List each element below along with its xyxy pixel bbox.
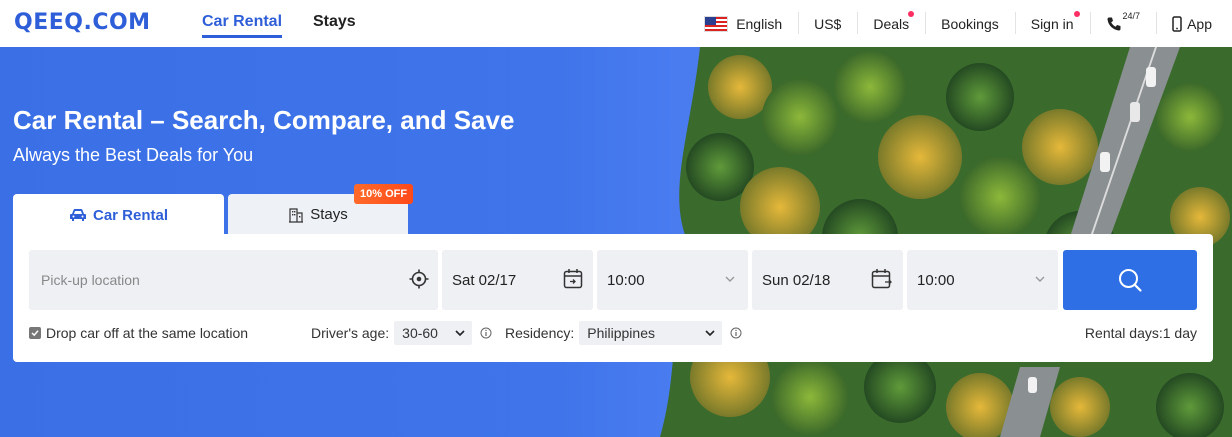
dropoff-date-value: Sun 02/18 bbox=[762, 271, 831, 289]
hotel-icon bbox=[288, 207, 304, 223]
pickup-location-placeholder: Pick-up location bbox=[41, 272, 140, 288]
drivers-age-option: Driver's age: 30-60 bbox=[311, 321, 492, 345]
drivers-age-value: 30-60 bbox=[402, 325, 438, 341]
car-icon bbox=[69, 208, 87, 222]
info-icon[interactable] bbox=[730, 327, 742, 339]
discount-badge: 10% OFF bbox=[354, 184, 414, 204]
residency-option: Residency: Philippines bbox=[505, 321, 742, 345]
hero-title: Car Rental – Search, Compare, and Save bbox=[13, 105, 515, 135]
language-label: English bbox=[736, 15, 783, 32]
app-label: App bbox=[1187, 15, 1212, 32]
residency-label: Residency: bbox=[505, 325, 575, 341]
phone-icon bbox=[1106, 16, 1122, 32]
nav-tab-car-rental[interactable]: Car Rental bbox=[202, 13, 283, 38]
deals-label: Deals bbox=[873, 15, 910, 32]
residency-value: Philippines bbox=[587, 325, 655, 341]
dropoff-date-input[interactable]: Sun 02/18 bbox=[752, 250, 903, 310]
pickup-date-input[interactable]: Sat 02/17 bbox=[442, 250, 593, 310]
sign-in-label: Sign in bbox=[1030, 15, 1074, 32]
currency-selector[interactable]: US$ bbox=[798, 0, 857, 47]
logo[interactable]: QEEQ.COM bbox=[14, 10, 151, 35]
search-tab-car-rental[interactable]: Car Rental bbox=[13, 194, 224, 236]
app-link[interactable]: App bbox=[1156, 0, 1232, 47]
calendar-icon bbox=[563, 268, 583, 294]
chevron-down-icon bbox=[1034, 272, 1046, 289]
drivers-age-select[interactable]: 30-60 bbox=[394, 321, 473, 345]
support-hours-label: 24/7 bbox=[1122, 10, 1141, 21]
chevron-down-icon bbox=[705, 330, 715, 337]
right-navigation: English US$ Deals Bookings Sign in 24/7 … bbox=[684, 0, 1232, 47]
locate-icon[interactable] bbox=[408, 268, 430, 294]
pickup-time-value: 10:00 bbox=[607, 271, 645, 289]
same-location-checkbox[interactable] bbox=[29, 327, 41, 339]
chevron-down-icon bbox=[455, 330, 465, 337]
hero-subtitle: Always the Best Deals for You bbox=[13, 145, 254, 165]
deals-link[interactable]: Deals bbox=[857, 0, 925, 47]
hero-banner: Car Rental – Search, Compare, and Save A… bbox=[0, 47, 1232, 437]
info-icon[interactable] bbox=[480, 327, 492, 339]
support-link[interactable]: 24/7 bbox=[1089, 0, 1157, 47]
pickup-location-input[interactable]: Pick-up location bbox=[29, 250, 438, 310]
same-location-option[interactable]: Drop car off at the same location bbox=[29, 322, 248, 344]
drivers-age-label: Driver's age: bbox=[311, 325, 390, 341]
search-tab-stays-label: Stays bbox=[310, 206, 348, 223]
pickup-date-value: Sat 02/17 bbox=[452, 271, 517, 289]
mobile-phone-icon bbox=[1172, 15, 1182, 32]
search-button[interactable] bbox=[1063, 250, 1197, 310]
chevron-down-icon bbox=[724, 272, 736, 289]
residency-select[interactable]: Philippines bbox=[579, 321, 723, 345]
top-navigation: QEEQ.COM Car Rental Stays English US$ De… bbox=[0, 0, 1232, 47]
us-flag-icon bbox=[704, 15, 729, 32]
rental-days: Rental days:1 day bbox=[1084, 325, 1197, 341]
bookings-link[interactable]: Bookings bbox=[925, 0, 1015, 47]
language-selector[interactable]: English bbox=[684, 0, 798, 47]
same-location-label: Drop car off at the same location bbox=[46, 325, 249, 341]
search-tab-car-rental-label: Car Rental bbox=[92, 206, 169, 224]
dropoff-time-select[interactable]: 10:00 bbox=[907, 250, 1058, 310]
sign-in-notification-dot bbox=[1073, 11, 1080, 17]
calendar-icon bbox=[871, 268, 893, 294]
search-panel: Pick-up location Sat 02/17 10:00 Sun 02/… bbox=[13, 234, 1213, 362]
pickup-time-select[interactable]: 10:00 bbox=[597, 250, 748, 310]
dropoff-time-value: 10:00 bbox=[917, 271, 955, 289]
nav-tab-stays[interactable]: Stays bbox=[313, 13, 356, 31]
search-icon bbox=[1117, 267, 1143, 293]
sign-in-link[interactable]: Sign in bbox=[1014, 0, 1090, 47]
deals-notification-dot bbox=[908, 11, 915, 17]
